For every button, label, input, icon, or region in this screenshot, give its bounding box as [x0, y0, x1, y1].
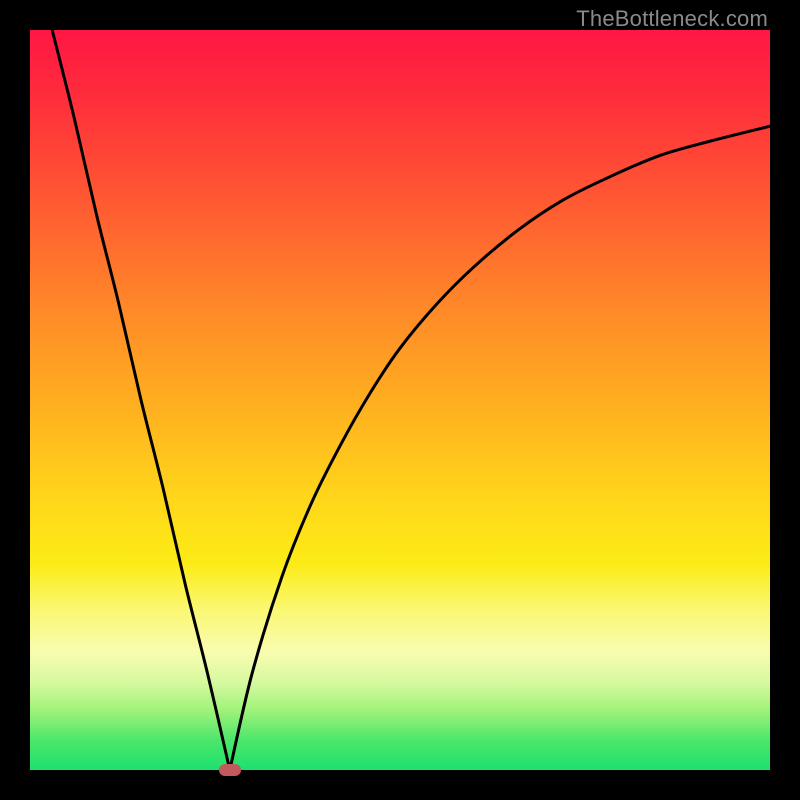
curve-left-branch [52, 30, 230, 770]
minimum-marker [219, 764, 241, 776]
plot-area [30, 30, 770, 770]
curve-right-branch [230, 126, 770, 770]
watermark-text: TheBottleneck.com [576, 6, 768, 32]
curve-svg [30, 30, 770, 770]
